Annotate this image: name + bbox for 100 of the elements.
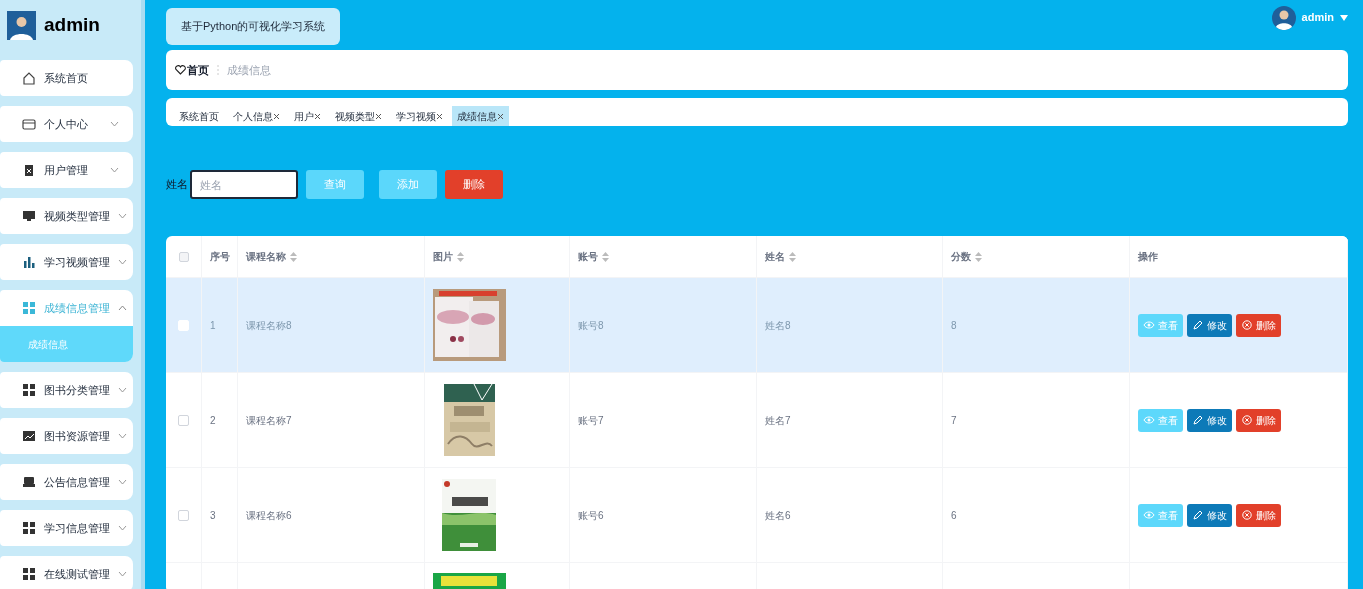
grid-icon [22, 383, 36, 397]
menu-label: 在线测试管理 [44, 566, 110, 582]
menu-item[interactable]: 公告信息管理 [0, 464, 133, 500]
tab[interactable]: 成绩信息 [452, 106, 509, 126]
heart-icon [175, 65, 186, 75]
table-cell-text: 账号6 [578, 508, 604, 523]
system-title: 基于Python的可视化学习系统 [166, 7, 341, 45]
monitor-icon [22, 209, 36, 223]
tab[interactable]: 视频类型 [330, 106, 387, 126]
menu-item[interactable]: 个人中心 [0, 106, 133, 142]
chevron-icon[interactable] [118, 525, 127, 531]
chevron-icon[interactable] [118, 387, 127, 393]
row-checkbox[interactable] [178, 509, 189, 521]
menu-item[interactable]: 学习信息管理 [0, 510, 133, 546]
chevron-icon[interactable] [118, 259, 127, 265]
menu-label: 图书分类管理 [44, 382, 110, 398]
bar-chart-icon [22, 255, 36, 269]
table-cell-text: 姓名8 [765, 318, 791, 333]
edit-button[interactable]: 修改 [1187, 313, 1232, 337]
caret-icon[interactable] [1340, 14, 1348, 21]
grid-icon [22, 567, 36, 581]
pencil-icon [1192, 510, 1204, 520]
tab[interactable]: 个人信息 [228, 106, 285, 126]
table-cell-text: 2 [210, 413, 216, 428]
menu-item[interactable]: 在线测试管理 [0, 556, 133, 589]
menu-label: 公告信息管理 [44, 474, 110, 490]
edit-button[interactable]: 修改 [1187, 503, 1232, 527]
tab[interactable]: 系统首页 [174, 106, 224, 126]
card-icon [22, 117, 36, 131]
menu-item[interactable]: 用户管理 [0, 152, 133, 188]
sort-icon[interactable] [457, 251, 464, 262]
delete-button[interactable]: 删除 [1236, 408, 1281, 432]
header-cell[interactable]: 图片 [425, 236, 570, 277]
name-input-field[interactable]: 姓名 [190, 170, 298, 199]
admin-name: admin [44, 12, 100, 37]
chevron-icon[interactable] [118, 479, 127, 485]
table-cell-text: 课程名称8 [246, 318, 292, 333]
close-icon[interactable] [314, 112, 321, 120]
menu-label: 成绩信息管理 [44, 300, 110, 316]
home-icon [22, 71, 36, 85]
avatar-icon [1271, 5, 1296, 30]
close-icon[interactable] [375, 112, 382, 120]
field-label: 姓名 [166, 177, 188, 193]
eye-icon [1143, 415, 1155, 425]
eye-icon [1143, 320, 1155, 330]
close-icon[interactable] [497, 112, 504, 120]
menu-label: 图书资源管理 [44, 428, 110, 444]
chevron-icon[interactable] [110, 121, 119, 127]
grid-icon [22, 301, 36, 315]
sort-icon[interactable] [789, 251, 796, 262]
menu-item[interactable]: 图书资源管理 [0, 418, 133, 454]
close-icon[interactable] [273, 112, 280, 120]
delete-button[interactable]: 删除 [1236, 503, 1281, 527]
table-cell-text: 课程名称6 [246, 508, 292, 523]
line-chart-icon [22, 429, 36, 443]
edit-button[interactable]: 修改 [1187, 408, 1232, 432]
table-cell-text: 账号8 [578, 318, 604, 333]
table-cell-text: 账号7 [578, 413, 604, 428]
close-circle-icon [1241, 320, 1253, 330]
menu-item[interactable]: 学习视频管理 [0, 244, 133, 280]
menu-item[interactable]: 图书分类管理 [0, 372, 133, 408]
menu-label: 视频类型管理 [44, 208, 110, 224]
delete-button[interactable]: 删除 [1236, 313, 1281, 337]
breadcrumb-item: 成绩信息 [227, 62, 271, 78]
table-cell-text: 1 [210, 318, 216, 333]
breadcrumb-home-link[interactable]: 首页 [175, 61, 209, 79]
menu-label: 个人中心 [44, 116, 89, 132]
menu-label: 学习视频管理 [44, 254, 110, 270]
chevron-icon[interactable] [118, 433, 127, 439]
header-cell[interactable]: 姓名 [757, 236, 943, 277]
close-circle-icon [1241, 510, 1253, 520]
avatar-icon [7, 10, 36, 40]
header-cell[interactable]: 账号 [570, 236, 757, 277]
menu-item[interactable]: 视频类型管理 [0, 198, 133, 234]
menu-label: 系统首页 [44, 70, 89, 86]
table-cell-text: 7 [951, 413, 957, 428]
chevron-icon[interactable] [118, 305, 127, 311]
table-cell-text: 课程名称7 [246, 413, 292, 428]
table-cell-text: 8 [951, 318, 957, 333]
select-all-checkbox[interactable] [178, 251, 189, 262]
pencil-icon [1192, 415, 1204, 425]
header-cell[interactable]: 课程名称 [238, 236, 425, 277]
chevron-icon[interactable] [118, 213, 127, 219]
laptop-icon [22, 475, 36, 489]
pencil-icon [1192, 320, 1204, 330]
delete-button[interactable]: 删除 [445, 170, 503, 199]
sort-icon[interactable] [602, 251, 609, 262]
table-cell-text: 3 [210, 508, 216, 523]
table-cell-text: 姓名7 [765, 413, 791, 428]
sort-icon[interactable] [290, 251, 297, 262]
close-icon[interactable] [436, 112, 443, 120]
sort-icon[interactable] [975, 251, 982, 262]
menu-label: 学习信息管理 [44, 520, 110, 536]
tab[interactable]: 用户 [289, 106, 326, 126]
table-cell-text: 6 [951, 508, 957, 523]
menu-item[interactable]: 系统首页 [0, 60, 133, 96]
chevron-icon[interactable] [110, 167, 119, 173]
chevron-icon[interactable] [118, 571, 127, 577]
tab[interactable]: 学习视频 [391, 106, 448, 126]
row-checkbox[interactable] [178, 414, 189, 426]
